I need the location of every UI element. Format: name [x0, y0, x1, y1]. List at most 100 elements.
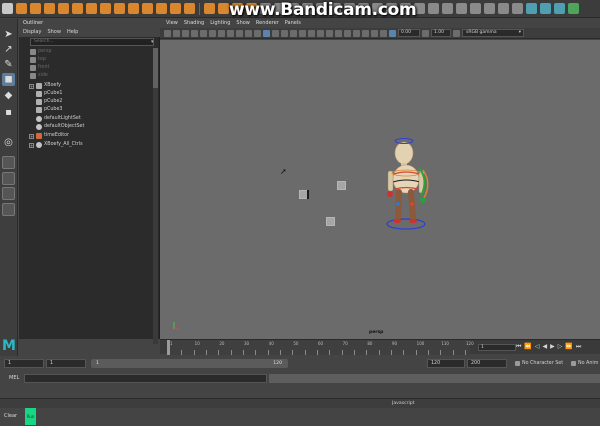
film-gate-icon[interactable] — [209, 29, 216, 37]
outliner-item-timeeditor[interactable]: + timeEditor — [29, 132, 69, 140]
outliner-menu-show[interactable]: Show — [47, 28, 61, 37]
camera-attributes-icon[interactable] — [173, 29, 180, 37]
outliner-scroll-thumb[interactable] — [153, 48, 158, 88]
time-slider[interactable]: 1 10 20 30 40 50 60 70 80 90 100 110 120 1 ⏮ ⏪ ◁ ◀ ▶… — [160, 339, 600, 355]
play-backwards-icon[interactable]: ◀ — [543, 343, 548, 351]
outliner-menu-help[interactable]: Help — [67, 28, 78, 37]
textured-icon[interactable] — [290, 29, 297, 37]
depth-of-field-icon[interactable] — [344, 29, 351, 37]
go-to-start-icon[interactable]: ⏮ — [516, 343, 521, 351]
ambient-occlusion-icon[interactable] — [317, 29, 324, 37]
pcube3-mesh[interactable] — [326, 217, 335, 226]
outliner-search-input[interactable]: Search... — [30, 38, 154, 46]
xray-icon[interactable] — [362, 29, 369, 37]
color-management-icon[interactable] — [453, 29, 460, 37]
step-back-frame-icon[interactable]: ◁ — [535, 343, 540, 351]
pcube2-mesh[interactable] — [337, 181, 346, 190]
anti-aliasing-icon[interactable] — [335, 29, 342, 37]
safe-title-icon[interactable] — [254, 29, 261, 37]
select-tool-icon[interactable] — [2, 3, 13, 14]
move-tool-icon[interactable]: ◼ — [2, 73, 15, 86]
outliner-item-pcube3[interactable]: pCube3 — [36, 106, 62, 114]
cube-icon[interactable] — [30, 3, 41, 14]
smooth-shade-icon[interactable] — [272, 29, 279, 37]
play-forwards-icon[interactable]: ▶ — [550, 343, 555, 351]
camera-icon[interactable]: ◎ — [2, 136, 15, 149]
safe-action-icon[interactable] — [245, 29, 252, 37]
playback-start-field[interactable]: 1 — [46, 359, 86, 368]
expand-icon[interactable]: + — [29, 133, 34, 139]
helix-icon[interactable] — [170, 3, 181, 14]
wireframe-on-shaded-icon[interactable] — [281, 29, 288, 37]
bookmark-icon[interactable] — [182, 29, 189, 37]
viewport-menu-renderer[interactable]: Renderer — [256, 19, 279, 28]
xray-joints-icon[interactable] — [371, 29, 378, 37]
field-chart-icon[interactable] — [236, 29, 243, 37]
planar-map-icon[interactable] — [498, 3, 509, 14]
motion-blur-icon[interactable] — [326, 29, 333, 37]
time-ruler[interactable]: 1 10 20 30 40 50 60 70 80 90 100 110 120 — [167, 340, 474, 355]
prism-icon[interactable] — [142, 3, 153, 14]
clear-button[interactable]: Clear — [4, 412, 17, 420]
uv-editor-icon[interactable] — [484, 3, 495, 14]
animation-end-field[interactable]: 200 — [467, 359, 507, 368]
viewport-menu-shading[interactable]: Shading — [184, 19, 204, 28]
outliner-item-defaultlightset[interactable]: defaultLightSet — [36, 115, 81, 123]
super-shape-icon[interactable] — [204, 3, 215, 14]
connect-icon[interactable] — [456, 3, 467, 14]
isolate-select-icon[interactable] — [353, 29, 360, 37]
outliner-menu-display[interactable]: Display — [23, 28, 41, 37]
grid-icon[interactable] — [200, 29, 207, 37]
shadows-icon[interactable] — [308, 29, 315, 37]
viewport-menu-view[interactable]: View — [166, 19, 178, 28]
viewport-menu-panels[interactable]: Panels — [285, 19, 301, 28]
step-forward-key-icon[interactable]: ⏩ — [565, 343, 572, 351]
gate-mask-icon[interactable] — [227, 29, 234, 37]
pipe-icon[interactable] — [156, 3, 167, 14]
side-by-side-layout-icon[interactable] — [2, 187, 15, 200]
pyramid-icon[interactable] — [128, 3, 139, 14]
xboefy-character[interactable] — [379, 134, 437, 230]
go-to-end-icon[interactable]: ⏭ — [576, 343, 581, 351]
outliner-item-xboefy[interactable]: + XBoefy — [29, 82, 61, 90]
disc-icon[interactable] — [100, 3, 111, 14]
select-arrow-icon[interactable]: ➤ — [2, 28, 15, 41]
layout-uv-icon[interactable] — [568, 3, 579, 14]
scale-tool-icon[interactable]: ▪ — [2, 106, 15, 119]
sew-uv-icon[interactable] — [540, 3, 551, 14]
step-forward-frame-icon[interactable]: ▷ — [558, 343, 563, 351]
outliner-scrollbar[interactable] — [153, 48, 158, 344]
wireframe-icon[interactable] — [263, 29, 270, 37]
command-input[interactable] — [24, 374, 267, 383]
unfold-icon[interactable] — [554, 3, 565, 14]
plane-icon[interactable] — [72, 3, 83, 14]
range-slider-bar[interactable]: 1 120 — [91, 359, 288, 368]
character-set-select[interactable]: No Character Set — [515, 359, 563, 368]
expand-icon[interactable]: + — [29, 83, 34, 89]
gamma-field[interactable]: 1.00 — [431, 29, 451, 37]
target-weld-icon[interactable] — [442, 3, 453, 14]
outliner-item-xboefy-all-ctrls[interactable]: + XBoefy_All_Ctrls — [29, 141, 83, 149]
backface-icon[interactable] — [380, 29, 387, 37]
outliner-item-defaultobjectset[interactable]: defaultObjectSet — [36, 123, 84, 131]
rotate-tool-icon[interactable]: ◆ — [2, 89, 15, 102]
current-frame-field[interactable]: 1 — [478, 344, 516, 351]
viewport-menu-show[interactable]: Show — [236, 19, 250, 28]
auto-uv-icon[interactable] — [512, 3, 523, 14]
single-view-layout-icon[interactable] — [2, 156, 15, 169]
soccer-ball-icon[interactable] — [184, 3, 195, 14]
outliner-layout-icon[interactable] — [2, 203, 15, 216]
exposure-field[interactable]: 0.00 — [398, 29, 420, 37]
current-frame-marker[interactable] — [167, 340, 170, 355]
torus-icon[interactable] — [86, 3, 97, 14]
outliner-item-persp[interactable]: persp — [30, 48, 52, 56]
select-camera-icon[interactable] — [164, 29, 171, 37]
resolution-gate-icon[interactable] — [218, 29, 225, 37]
quad-draw-icon[interactable] — [470, 3, 481, 14]
lasso-icon[interactable]: ↗ — [2, 43, 15, 56]
viewport-menu-lighting[interactable]: Lighting — [210, 19, 230, 28]
outliner-item-pcube1[interactable]: pCube1 — [36, 90, 62, 98]
step-back-key-icon[interactable]: ⏪ — [524, 343, 531, 351]
anim-layer-select[interactable]: No Anim — [571, 359, 598, 368]
outliner-item-side[interactable]: side — [30, 72, 48, 80]
